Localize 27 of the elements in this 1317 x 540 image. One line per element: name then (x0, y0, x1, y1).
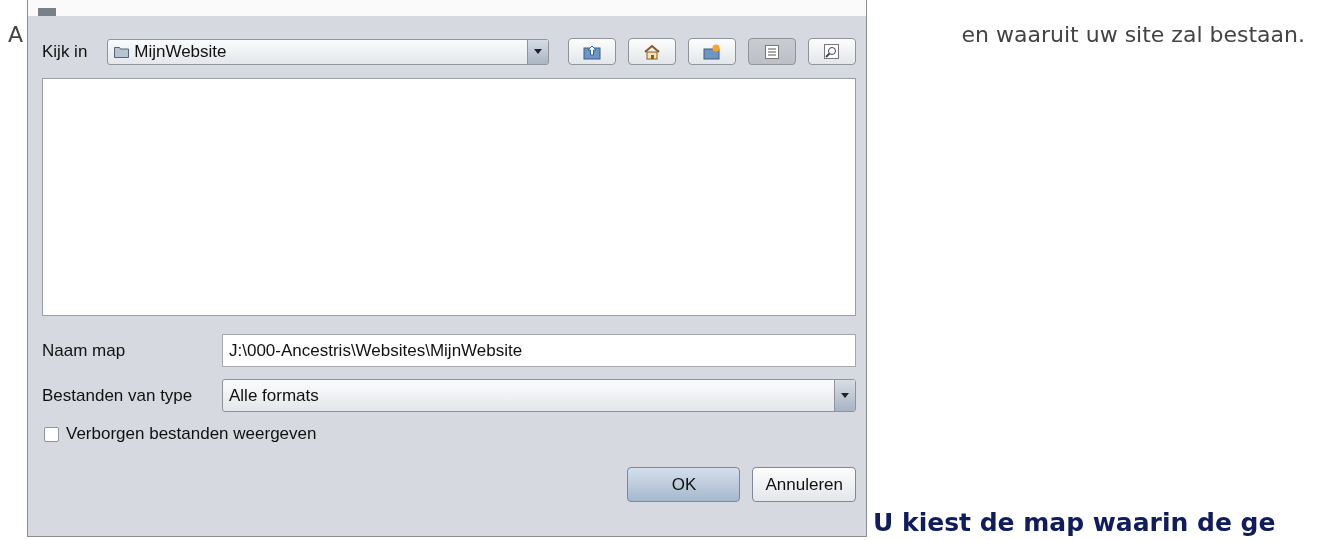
toolbar-button[interactable] (628, 38, 676, 65)
caret-icon (841, 393, 849, 398)
folder-up-icon (583, 43, 601, 60)
toolbar-button[interactable] (808, 38, 856, 65)
checkbox-label: Verborgen bestanden weergeven (66, 424, 317, 444)
list-view-icon (765, 44, 779, 59)
folder-name-label: Naam map (42, 340, 127, 361)
body-text: A (8, 22, 24, 47)
folder-icon (114, 45, 130, 58)
look-in-label: Kijk in (42, 41, 89, 62)
file-type-dropdown[interactable]: Alle formats (222, 379, 856, 412)
look-in-dropdown[interactable]: MijnWebsite (107, 38, 549, 65)
body-text: en waaruit uw site zal bestaan. (960, 22, 1305, 47)
file-type-label: Bestanden van type (42, 385, 194, 406)
section-heading: U kiest de map waarin de ge (873, 508, 1276, 537)
toolbar-button[interactable] (748, 38, 796, 65)
new-folder-icon (703, 43, 721, 60)
toolbar-button[interactable] (688, 38, 736, 65)
cancel-button[interactable]: Annuleren (752, 467, 856, 502)
folder-name-field[interactable]: J:\000-Ancestris\Websites\MijnWebsite (222, 334, 856, 367)
checkbox[interactable] (44, 426, 59, 442)
details-view-icon (824, 43, 840, 60)
window-icon (38, 8, 56, 16)
caret-icon (534, 49, 542, 54)
ok-button[interactable]: OK (627, 467, 741, 502)
home-icon (643, 43, 661, 60)
toolbar-button[interactable] (568, 38, 616, 65)
